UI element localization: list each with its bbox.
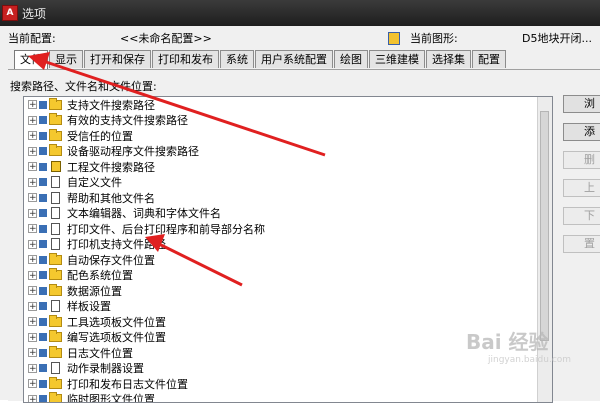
baidu-watermark-url: jingyan.baidu.com: [488, 355, 571, 365]
annotation-arrow-tab: [40, 60, 325, 155]
baidu-watermark: Bai 经验: [466, 326, 549, 355]
annotation-arrow-printer: [155, 242, 242, 285]
arrowhead-icon: [145, 234, 165, 252]
arrowhead-icon: [28, 52, 50, 70]
